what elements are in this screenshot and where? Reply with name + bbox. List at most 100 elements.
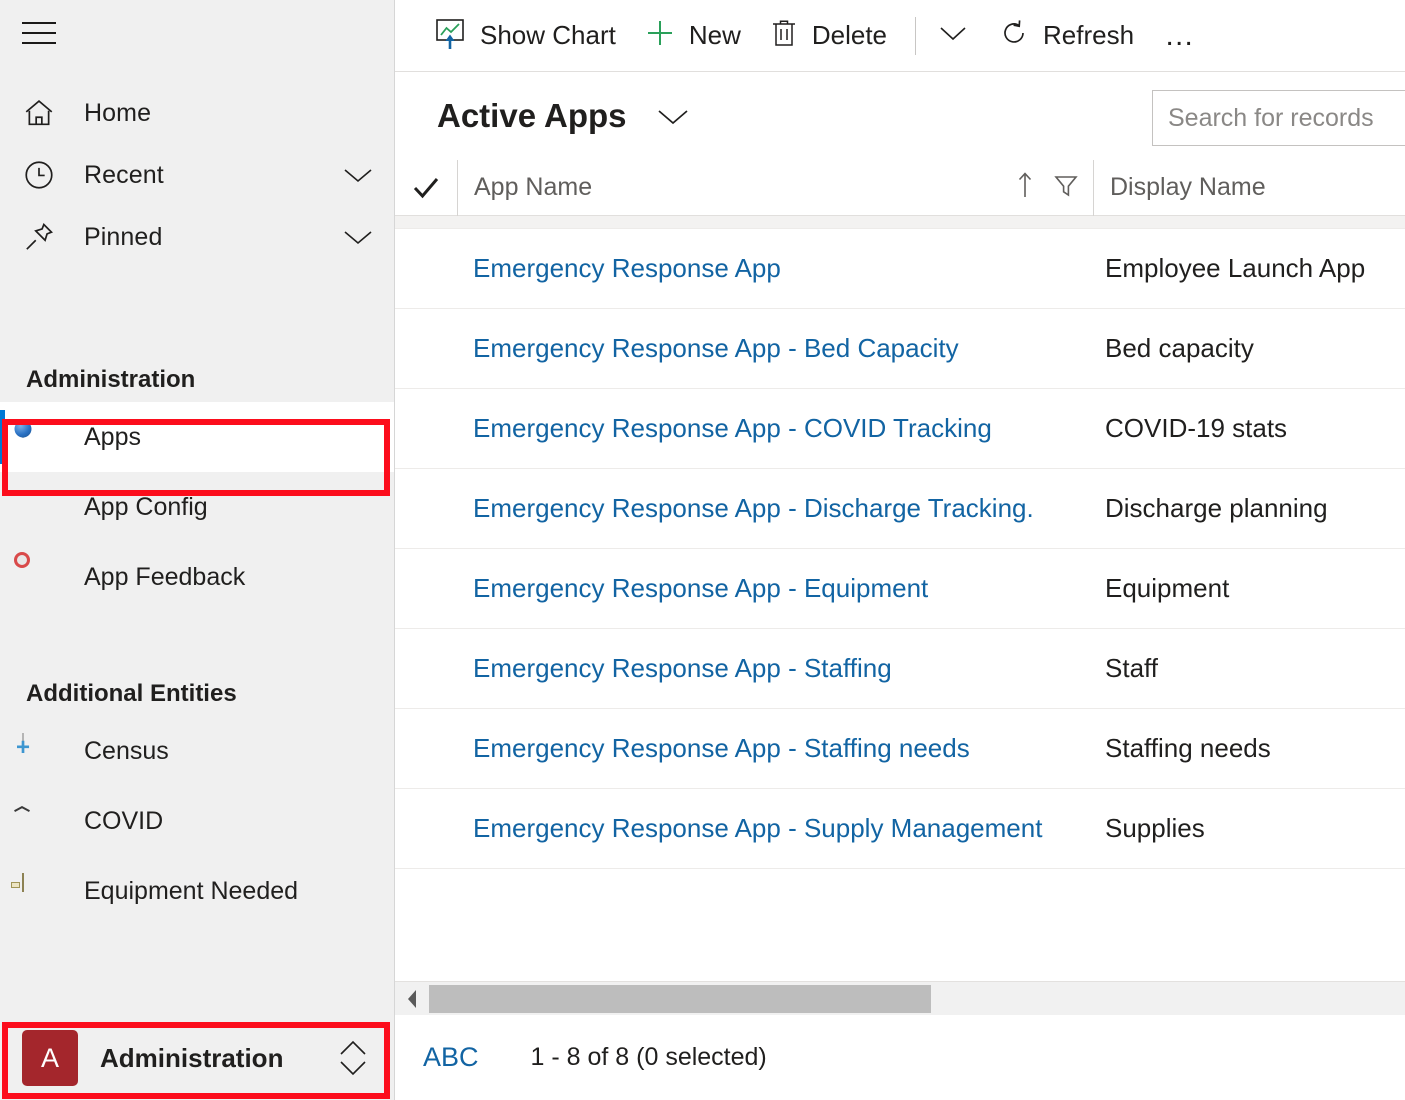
table-row[interactable]: Emergency Response App - Bed Capacity Bed… (395, 309, 1405, 389)
census-icon (22, 733, 56, 768)
app-area-switcher[interactable]: A Administration (0, 1022, 395, 1094)
command-label: Show Chart (480, 20, 616, 50)
app-name-link[interactable]: Emergency Response App (473, 253, 781, 283)
cell-app-name: Emergency Response App - Discharge Track… (457, 493, 1093, 524)
command-bar: Show Chart New Delete Refresh … (395, 0, 1405, 72)
cell-display-name: Supplies (1105, 813, 1205, 843)
search-records-box[interactable] (1152, 90, 1405, 146)
cell-app-name: Emergency Response App - Staffing (457, 653, 1093, 684)
app-name-link[interactable]: Emergency Response App - Staffing (473, 653, 892, 683)
sidebar-item-census[interactable]: Census (0, 716, 394, 786)
alpha-index-link[interactable]: ABC (423, 1042, 479, 1073)
app-name-link[interactable]: Emergency Response App - Equipment (473, 573, 928, 603)
site-map-toggle-icon[interactable] (22, 18, 58, 48)
scrollbar-track[interactable] (429, 982, 1405, 1016)
sidebar-item-home[interactable]: Home (0, 82, 394, 144)
covid-bug-icon (22, 804, 56, 838)
refresh-icon (998, 17, 1030, 54)
app-name-link[interactable]: Emergency Response App - Discharge Track… (473, 493, 1034, 523)
cell-display-name: Staffing needs (1105, 733, 1271, 763)
app-name-link[interactable]: Emergency Response App - Supply Manageme… (473, 813, 1042, 843)
app-feedback-icon (22, 560, 56, 594)
app-area-label: Administration (100, 1042, 284, 1073)
sidebar-item-app-feedback[interactable]: App Feedback (0, 542, 394, 612)
sidebar-group-administration: Administration Apps App Config App Feedb… (0, 358, 394, 612)
sidebar-group-title: Additional Entities (26, 680, 237, 707)
column-header-tools (1015, 170, 1093, 205)
app-area-badge: A (22, 1030, 78, 1086)
cell-display-name: Bed capacity (1105, 333, 1254, 363)
sidebar-item-covid[interactable]: COVID (0, 786, 394, 856)
sidebar-item-equipment-needed[interactable]: Equipment Needed (0, 856, 394, 926)
table-row[interactable]: Emergency Response App Employee Launch Ap… (395, 229, 1405, 309)
show-chart-button[interactable]: Show Chart (419, 12, 630, 60)
app-name-link[interactable]: Emergency Response App - COVID Tracking (473, 413, 992, 443)
horizontal-scrollbar[interactable] (395, 981, 1405, 1015)
home-icon (22, 96, 62, 130)
sidebar-item-label: COVID (84, 806, 164, 835)
search-input[interactable] (1166, 102, 1405, 134)
app-name-link[interactable]: Emergency Response App - Bed Capacity (473, 333, 959, 363)
hamburger-bar (22, 32, 56, 34)
scrollbar-thumb[interactable] (429, 984, 931, 1013)
table-row[interactable]: Emergency Response App - COVID Tracking C… (395, 389, 1405, 469)
sidebar-group-additional-entities: Additional Entities Census COVID Equipme… (0, 672, 394, 926)
pin-icon (22, 220, 62, 254)
delete-options-chevron[interactable] (922, 12, 984, 60)
sidebar-item-label: Census (84, 736, 169, 765)
cell-app-name: Emergency Response App (457, 253, 1093, 284)
cell-app-name: Emergency Response App - Staffing needs (457, 733, 1093, 764)
main-content: Show Chart New Delete Refresh … Active A… (395, 0, 1405, 1100)
sidebar-item-label: Pinned (84, 222, 163, 251)
cell-display-name: Discharge planning (1105, 493, 1328, 523)
sidebar-item-label: Apps (84, 422, 141, 451)
column-header-app-name[interactable]: App Name (457, 159, 1093, 216)
cell-display-name: Employee Launch App (1105, 253, 1366, 283)
command-label: Refresh (1043, 20, 1135, 50)
sidebar-item-recent[interactable]: Recent (0, 144, 394, 206)
record-count-label: 1 - 8 of 8 (0 selected) (530, 1043, 767, 1071)
sort-ascending-icon[interactable] (1015, 170, 1035, 205)
delete-button[interactable]: Delete (755, 12, 901, 60)
cell-app-name: Emergency Response App - Bed Capacity (457, 333, 1093, 364)
cell-display-name: Staff (1105, 653, 1159, 683)
sidebar-item-label: App Feedback (84, 562, 246, 591)
plus-icon (644, 17, 676, 54)
sidebar-item-pinned[interactable]: Pinned (0, 206, 394, 268)
table-row[interactable]: Emergency Response App - Supply Manageme… (395, 789, 1405, 869)
more-commands-button[interactable]: … (1148, 20, 1213, 50)
select-all-checkmark-icon[interactable] (395, 175, 457, 201)
table-row[interactable]: Emergency Response App - Staffing needs S… (395, 709, 1405, 789)
view-title: Active Apps (437, 97, 627, 134)
sidebar-item-app-config[interactable]: App Config (0, 472, 394, 542)
cell-display-name: Equipment (1105, 573, 1230, 603)
app-name-link[interactable]: Emergency Response App - Staffing needs (473, 733, 970, 763)
table-row[interactable]: Emergency Response App - Equipment Equipm… (395, 549, 1405, 629)
grid-rows: Emergency Response App Employee Launch Ap… (395, 229, 1405, 869)
column-header-display-name[interactable]: Display Name (1093, 159, 1403, 216)
cell-app-name: Emergency Response App - COVID Tracking (457, 413, 1093, 444)
grid-header: App Name Display Name (395, 159, 1405, 216)
up-down-chevron-icon[interactable] (335, 1035, 371, 1081)
apps-globe-icon (22, 419, 56, 454)
chevron-down-icon[interactable] (340, 164, 376, 186)
cell-app-name: Emergency Response App - Equipment (457, 573, 1093, 604)
cell-display-name: COVID-19 stats (1105, 413, 1288, 443)
sidebar-item-label: Equipment Needed (84, 876, 299, 905)
sidebar-item-label: App Config (84, 492, 208, 521)
refresh-button[interactable]: Refresh (984, 12, 1148, 60)
table-row[interactable]: Emergency Response App - Discharge Track… (395, 469, 1405, 549)
scroll-left-arrow-icon[interactable] (395, 988, 429, 1010)
sidebar-group-title: Administration (26, 366, 196, 393)
chevron-down-icon (936, 22, 970, 49)
command-label: Delete (811, 20, 888, 50)
hamburger-bar (22, 22, 56, 24)
view-selector-chevron-down-icon[interactable] (653, 104, 693, 128)
filter-icon[interactable] (1053, 171, 1079, 204)
hamburger-bar (22, 42, 56, 44)
table-row[interactable]: Emergency Response App - Staffing Staff (395, 629, 1405, 709)
new-button[interactable]: New (630, 12, 755, 60)
chevron-down-icon[interactable] (340, 226, 376, 248)
sidebar-item-apps[interactable]: Apps (0, 402, 394, 472)
status-bar: ABC 1 - 8 of 8 (0 selected) (395, 1015, 1405, 1100)
